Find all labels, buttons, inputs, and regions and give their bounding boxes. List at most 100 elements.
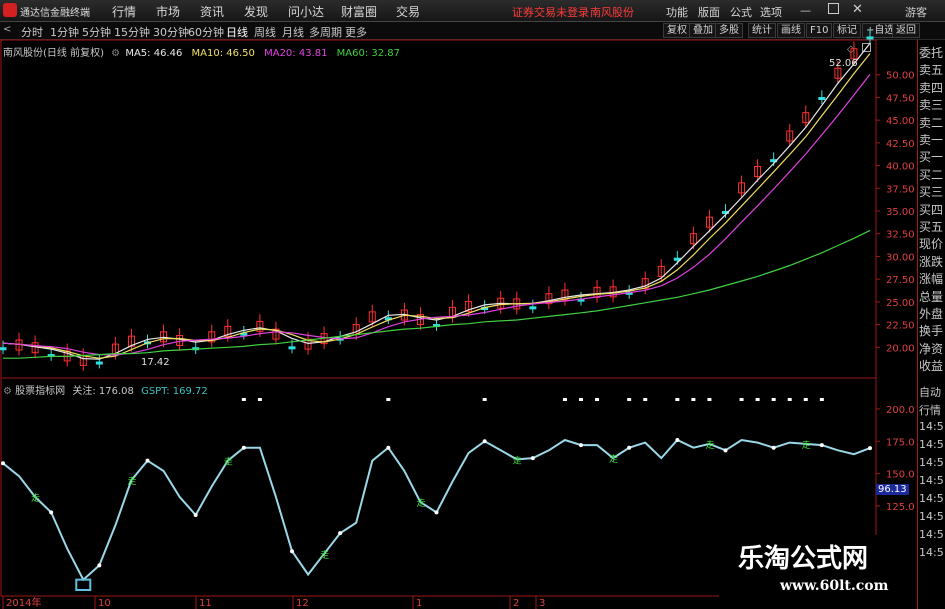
indicator-current-value: 96.13 bbox=[876, 484, 909, 495]
quote-panel-item: 外盘 bbox=[919, 307, 944, 321]
top-signal-dot bbox=[787, 398, 792, 401]
trade-time-item: 14:5 bbox=[919, 510, 944, 523]
gspt-point bbox=[868, 446, 872, 451]
y-tick-label: 45.00 bbox=[886, 116, 915, 127]
quote-panel-item: 买四 bbox=[919, 202, 944, 217]
ma5-line bbox=[2, 42, 871, 360]
y-tick-label: 37.50 bbox=[886, 184, 915, 195]
signal-marker: 走 bbox=[416, 498, 425, 509]
quote-panel-item: 净资 bbox=[919, 341, 944, 356]
gspt-point bbox=[241, 445, 246, 450]
quote-panel-item: 委托 bbox=[919, 46, 944, 60]
low-price-label: 17.42 bbox=[141, 357, 170, 368]
bottom-signal-bar bbox=[75, 578, 92, 591]
quote-panel-item: 买二 bbox=[919, 167, 944, 182]
gspt-point bbox=[338, 531, 343, 536]
y-tick-label: 22.50 bbox=[886, 321, 915, 332]
candle-body bbox=[0, 347, 7, 351]
top-signal-dot bbox=[707, 398, 712, 401]
top-signal-dot bbox=[643, 398, 648, 401]
signal-marker: 走 bbox=[802, 440, 811, 451]
quote-panel-item: 总量 bbox=[919, 289, 944, 304]
candle-body bbox=[866, 36, 874, 40]
moving-average-series bbox=[2, 42, 871, 360]
date-axis: 2014年 10 11 12 1 2 3 bbox=[2, 596, 545, 609]
y-tick-label: 32.50 bbox=[886, 230, 915, 241]
ind-y-tick-label: 200.0 bbox=[886, 405, 915, 416]
top-signal-dot bbox=[739, 398, 744, 401]
ma60-line bbox=[3, 229, 871, 359]
gspt-point bbox=[675, 437, 680, 442]
gspt-point bbox=[386, 445, 391, 450]
gspt-point bbox=[290, 549, 294, 554]
chart-canvas: 走走走走走走 走走走 50.0047.5045.0042.5040.0037.50… bbox=[0, 29, 915, 609]
quote-panel-item: 卖三 bbox=[919, 98, 944, 113]
candle-body bbox=[95, 361, 103, 365]
quote-panel-item: 卖二 bbox=[919, 115, 944, 130]
main-chart-frame bbox=[0, 39, 877, 379]
gspt-point bbox=[627, 445, 632, 450]
y-tick-label: 30.00 bbox=[886, 252, 915, 263]
quote-panel-item: 换手 bbox=[919, 324, 944, 339]
quote-panel-item: 买三 bbox=[919, 185, 944, 200]
quote-panel-item: 收益 bbox=[919, 359, 944, 374]
trade-time-item: 14:5 bbox=[919, 420, 944, 433]
x-tick-label: 3 bbox=[539, 598, 545, 609]
ind-y-tick-label: 125.0 bbox=[886, 502, 915, 513]
gspt-point bbox=[530, 456, 535, 461]
top-signal-dot bbox=[257, 398, 262, 401]
candle-body bbox=[818, 96, 826, 100]
x-tick-label: 2014年 bbox=[6, 596, 41, 609]
top-signal-dot bbox=[562, 398, 567, 401]
watermark-url: www.60lt.com bbox=[780, 578, 889, 594]
trade-time-item: 自动 bbox=[919, 386, 941, 399]
quote-panel-item: 卖四 bbox=[919, 80, 944, 95]
candle-body bbox=[529, 306, 537, 310]
ind-y-tick-label: 175.0 bbox=[886, 437, 915, 448]
gspt-point bbox=[97, 563, 102, 568]
top-signal-dot bbox=[627, 398, 632, 401]
signal-marker: 走 bbox=[320, 550, 329, 561]
gspt-point bbox=[1, 461, 5, 466]
trade-time-item: 14:5 bbox=[919, 474, 944, 487]
signal-marker: 走 bbox=[127, 476, 136, 487]
top-signal-dot bbox=[386, 398, 391, 401]
trade-time-item: 14:5 bbox=[919, 438, 944, 451]
y-tick-label: 25.00 bbox=[886, 298, 915, 309]
trade-time-item: 14:5 bbox=[919, 492, 944, 505]
x-tick-label: 10 bbox=[98, 598, 111, 609]
trade-time-item: 14:5 bbox=[919, 528, 944, 541]
quote-panel-item: 卖五 bbox=[919, 63, 944, 78]
trade-time-item: 行情 bbox=[919, 404, 941, 417]
gspt-point bbox=[819, 443, 824, 448]
y-tick-label: 35.00 bbox=[886, 207, 915, 218]
y-tick-label: 40.00 bbox=[886, 162, 915, 173]
signal-marker: 走 bbox=[224, 457, 233, 468]
top-signal-dot bbox=[803, 398, 808, 401]
high-price-label: 52.06 bbox=[829, 58, 858, 69]
ma10-line bbox=[2, 53, 871, 359]
ma20-line bbox=[2, 73, 871, 356]
gspt-point bbox=[145, 458, 150, 463]
top-signal-dot bbox=[579, 398, 583, 401]
quote-panel-item: 买一 bbox=[919, 150, 944, 165]
x-tick-label: 11 bbox=[199, 598, 212, 609]
quote-panel-item: 涨幅 bbox=[919, 272, 944, 287]
trade-time-item: 14:5 bbox=[919, 456, 944, 469]
y-tick-label: 42.50 bbox=[886, 139, 915, 150]
gspt-point bbox=[49, 510, 54, 515]
top-signal-dot bbox=[771, 398, 776, 401]
top-signal-dot bbox=[241, 398, 246, 401]
quote-panel-item: 现价 bbox=[919, 237, 944, 252]
signal-marker: 走 bbox=[31, 493, 40, 504]
top-signal-dot bbox=[691, 398, 696, 401]
x-tick-label: 2 bbox=[513, 598, 519, 609]
top-signal-dot bbox=[595, 398, 600, 401]
signal-marker: 走 bbox=[705, 440, 714, 451]
main-y-axis: 50.00 47.50 45.00 42.50 40.00 37.50 35.00 32.50… bbox=[876, 71, 915, 354]
signal-marker: 走 bbox=[609, 454, 618, 465]
quote-panel-item: 卖一 bbox=[919, 133, 944, 147]
trade-time-item: 14:5 bbox=[919, 546, 944, 559]
watermark-title: 乐淘公式网 bbox=[738, 544, 869, 574]
top-signal-dot bbox=[675, 398, 680, 401]
